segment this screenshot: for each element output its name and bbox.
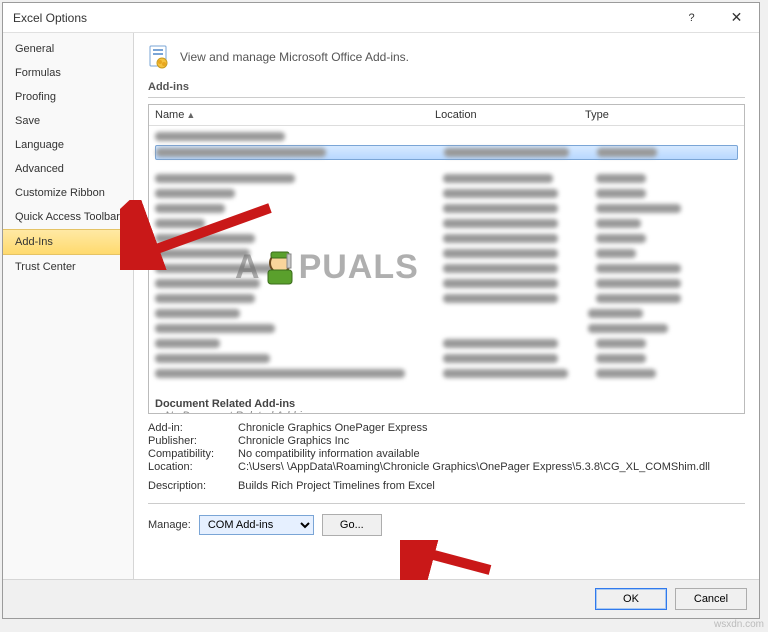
detail-description-label: Description: <box>148 480 238 492</box>
content-pane: View and manage Microsoft Office Add-ins… <box>134 33 759 579</box>
table-row[interactable] <box>155 262 738 275</box>
manage-row: Manage: COM Add-ins Go... <box>148 503 745 546</box>
table-row[interactable] <box>155 247 738 260</box>
sidebar-item-qat[interactable]: Quick Access Toolbar <box>3 205 133 229</box>
detail-location-value: C:\Users\ \AppData\Roaming\Chronicle Gra… <box>238 461 745 473</box>
sidebar-item-customize-ribbon[interactable]: Customize Ribbon <box>3 181 133 205</box>
sidebar-item-general[interactable]: General <box>3 37 133 61</box>
addins-table: Name▲ Location Type <box>148 104 745 414</box>
sidebar-item-advanced[interactable]: Advanced <box>3 157 133 181</box>
detail-addin-label: Add-in: <box>148 422 238 434</box>
cancel-button[interactable]: Cancel <box>675 588 747 610</box>
detail-compat-label: Compatibility: <box>148 448 238 460</box>
detail-publisher-value: Chronicle Graphics Inc <box>238 435 745 447</box>
sidebar-item-proofing[interactable]: Proofing <box>3 85 133 109</box>
window-title: Excel Options <box>13 11 87 25</box>
table-body[interactable]: Document Related Add-ins No Document Rel… <box>149 126 744 413</box>
table-row[interactable] <box>155 337 738 350</box>
table-row[interactable] <box>155 145 738 160</box>
column-type[interactable]: Type <box>585 109 738 121</box>
doc-related-note: No Document Related Add-ins <box>155 410 738 413</box>
table-row[interactable] <box>155 307 738 320</box>
sidebar: General Formulas Proofing Save Language … <box>3 33 134 579</box>
go-button[interactable]: Go... <box>322 514 382 536</box>
section-title: Add-ins <box>148 81 745 98</box>
table-row[interactable] <box>155 202 738 215</box>
watermark-url: wsxdn.com <box>714 619 764 630</box>
sort-asc-icon: ▲ <box>186 110 195 120</box>
detail-addin-value: Chronicle Graphics OnePager Express <box>238 422 745 434</box>
dialog-footer: OK Cancel <box>3 579 759 618</box>
detail-compat-value: No compatibility information available <box>238 448 745 460</box>
table-row[interactable] <box>155 232 738 245</box>
dialog-window: Excel Options ? ✕ General Formulas Proof… <box>2 2 760 619</box>
sidebar-item-trust-center[interactable]: Trust Center <box>3 255 133 279</box>
ok-button[interactable]: OK <box>595 588 667 610</box>
heading-text: View and manage Microsoft Office Add-ins… <box>180 50 409 64</box>
table-row[interactable] <box>155 352 738 365</box>
titlebar: Excel Options ? ✕ <box>3 3 759 33</box>
table-header: Name▲ Location Type <box>149 105 744 126</box>
sidebar-item-language[interactable]: Language <box>3 133 133 157</box>
table-row[interactable] <box>155 292 738 305</box>
detail-location-label: Location: <box>148 461 238 473</box>
table-row[interactable] <box>155 217 738 230</box>
addin-details: Add-in:Chronicle Graphics OnePager Expre… <box>148 422 745 493</box>
column-location[interactable]: Location <box>435 109 585 121</box>
detail-publisher-label: Publisher: <box>148 435 238 447</box>
column-name[interactable]: Name▲ <box>155 109 435 121</box>
detail-description-value: Builds Rich Project Timelines from Excel <box>238 480 745 492</box>
table-row[interactable] <box>155 130 738 143</box>
close-button[interactable]: ✕ <box>714 4 759 32</box>
sidebar-item-addins[interactable]: Add-Ins <box>3 229 133 255</box>
help-button[interactable]: ? <box>669 4 714 32</box>
titlebar-controls: ? ✕ <box>669 4 759 32</box>
table-row[interactable] <box>155 322 738 335</box>
table-row[interactable] <box>155 277 738 290</box>
table-row[interactable] <box>155 172 738 185</box>
table-row[interactable] <box>155 187 738 200</box>
sidebar-item-save[interactable]: Save <box>3 109 133 133</box>
sidebar-item-formulas[interactable]: Formulas <box>3 61 133 85</box>
table-row[interactable] <box>155 367 738 380</box>
doc-related-title: Document Related Add-ins <box>155 398 738 410</box>
addins-icon <box>148 45 170 69</box>
manage-label: Manage: <box>148 519 191 531</box>
dialog-body: General Formulas Proofing Save Language … <box>3 33 759 579</box>
manage-select[interactable]: COM Add-ins <box>199 515 314 535</box>
heading-row: View and manage Microsoft Office Add-ins… <box>148 45 745 69</box>
